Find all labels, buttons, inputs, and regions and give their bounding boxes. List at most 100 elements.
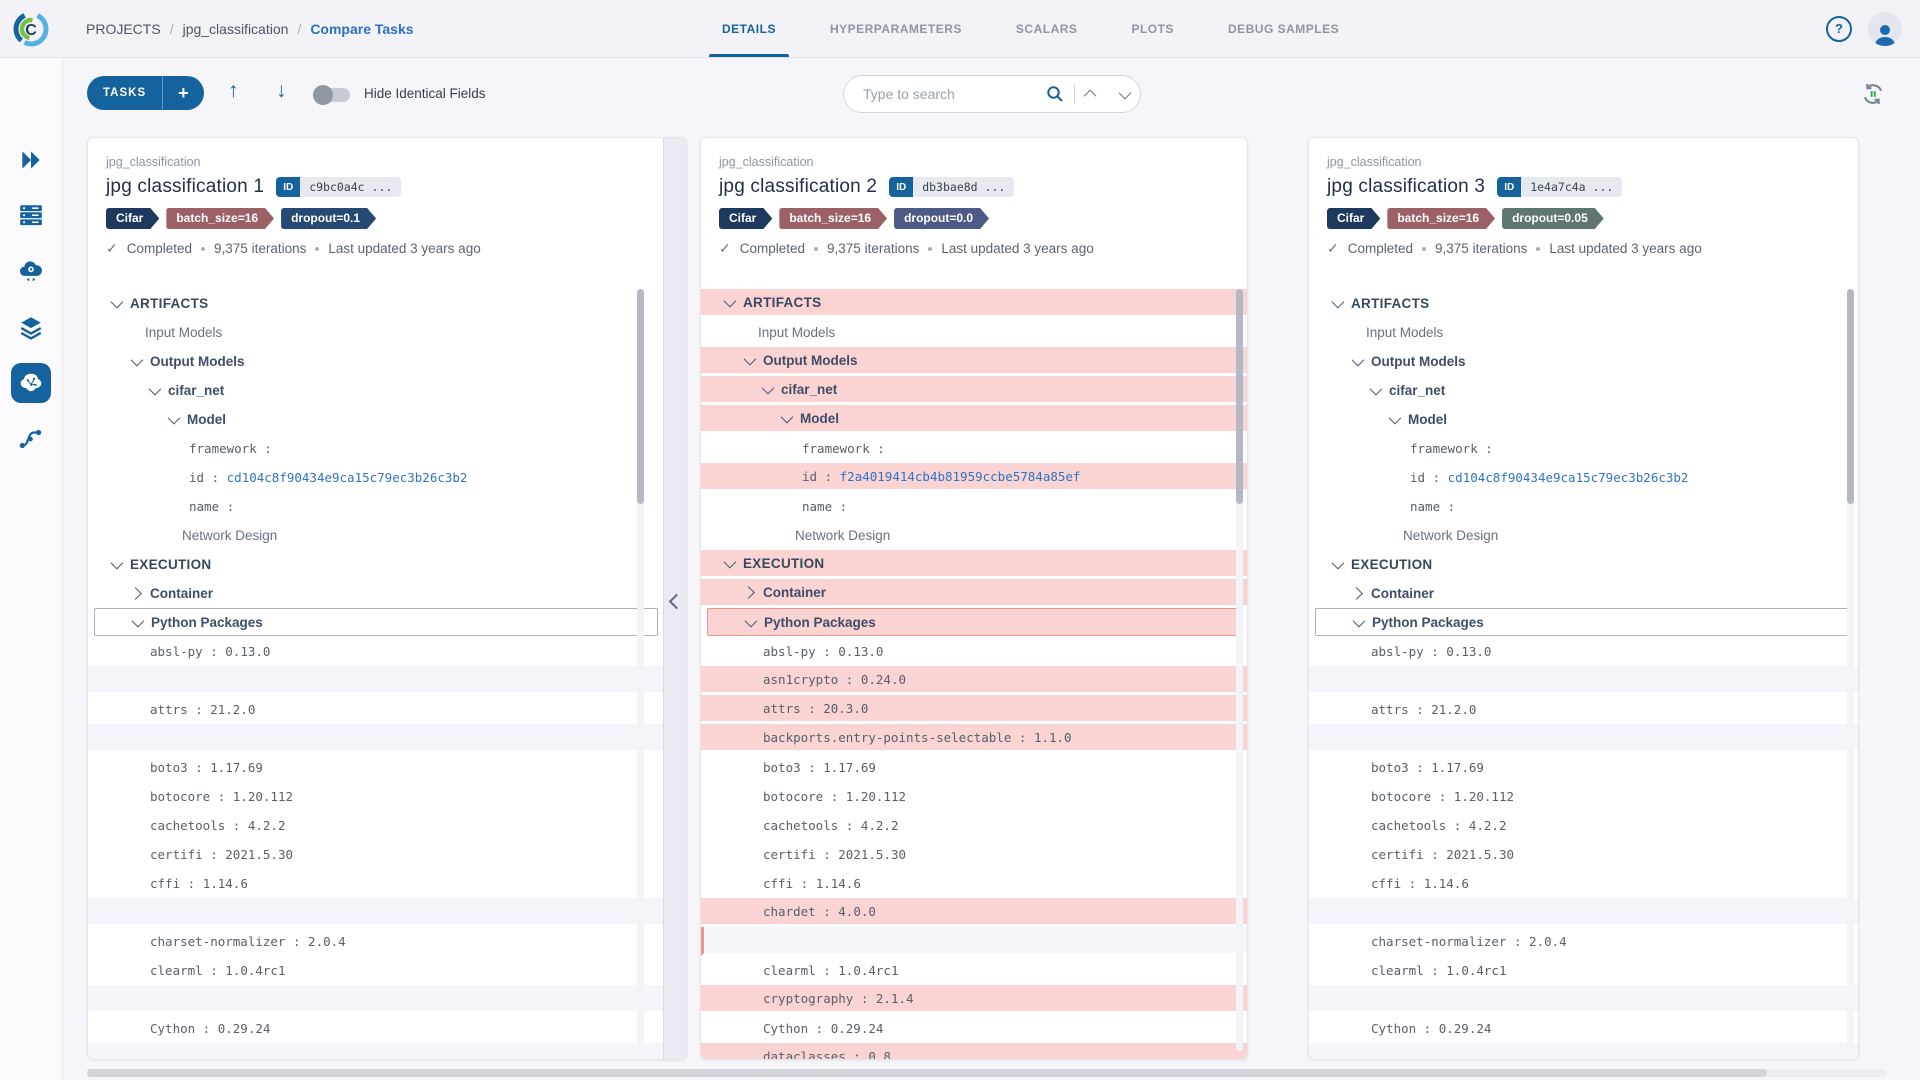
next-diff-button[interactable]: ↓ <box>276 79 287 103</box>
tree-row-execution[interactable]: EXECUTION <box>88 550 664 579</box>
caret-down-icon[interactable] <box>1351 353 1365 367</box>
sidebar-item-datasets[interactable] <box>18 314 44 340</box>
task-id-badge[interactable]: ID c9bc0a4c ... <box>276 177 402 197</box>
tree-row-input-models[interactable]: Input Models <box>1309 318 1858 347</box>
tree-row-input-models[interactable]: Input Models <box>701 318 1247 347</box>
model-id-link[interactable]: cd104c8f90434e9ca15c79ec3b26c3b2 <box>227 470 468 485</box>
caret-right-icon[interactable] <box>1350 587 1363 600</box>
vertical-scrollbar[interactable] <box>1236 289 1243 1051</box>
tab-scalars[interactable]: SCALARS <box>989 0 1105 57</box>
tree-row-model[interactable]: Model <box>1309 405 1858 434</box>
sidebar-item-workers-queues[interactable] <box>18 202 44 228</box>
tree-row-artifacts[interactable]: ARTIFACTS <box>1309 289 1858 318</box>
breadcrumb-projects[interactable]: PROJECTS <box>86 21 161 37</box>
tree-row-container[interactable]: Container <box>88 579 664 608</box>
scrollbar-thumb[interactable] <box>1847 289 1854 504</box>
tree-row-model[interactable]: Model <box>88 405 664 434</box>
caret-down-icon[interactable] <box>761 381 775 394</box>
search-icon[interactable] <box>1046 85 1064 103</box>
tree-row-artifacts[interactable]: ARTIFACTS <box>701 289 1247 318</box>
task-tag[interactable]: batch_size=16 <box>166 208 274 229</box>
tree-row-container[interactable]: Container <box>701 579 1247 608</box>
tree-row-python-packages[interactable]: Python Packages <box>1315 608 1852 636</box>
tree-row-cifar-net[interactable]: cifar_net <box>88 376 664 405</box>
search-previous-button[interactable] <box>1075 76 1108 112</box>
tree-row-network-design[interactable]: Network Design <box>88 521 664 550</box>
horizontal-scrollbar[interactable] <box>87 1069 1887 1077</box>
tree-row-python-packages[interactable]: Python Packages <box>94 608 658 636</box>
user-avatar[interactable] <box>1868 11 1902 46</box>
caret-down-icon[interactable] <box>1331 556 1345 570</box>
caret-down-icon[interactable] <box>1388 411 1402 425</box>
tab-details[interactable]: DETAILS <box>695 0 803 57</box>
caret-down-icon[interactable] <box>110 295 124 309</box>
scrollbar-thumb[interactable] <box>87 1069 1767 1077</box>
column-collapse-handle[interactable] <box>663 138 686 1059</box>
caret-down-icon[interactable] <box>131 614 145 627</box>
caret-down-icon[interactable] <box>130 353 144 367</box>
search-next-button[interactable] <box>1108 76 1141 112</box>
tree-row-output-models[interactable]: Output Models <box>88 347 664 376</box>
model-id-link[interactable]: cd104c8f90434e9ca15c79ec3b26c3b2 <box>1448 470 1689 485</box>
hide-identical-fields-toggle[interactable] <box>313 85 350 105</box>
task-tag[interactable]: dropout=0.0 <box>894 208 989 229</box>
task-tag[interactable]: batch_size=16 <box>779 208 887 229</box>
caret-right-icon[interactable] <box>129 587 142 600</box>
tree-row-network-design[interactable]: Network Design <box>1309 521 1858 550</box>
tree-row-input-models[interactable]: Input Models <box>88 318 664 347</box>
tasks-split-button[interactable]: TASKS + <box>87 76 204 110</box>
caret-down-icon[interactable] <box>1352 614 1366 627</box>
caret-down-icon[interactable] <box>148 382 162 396</box>
tree-row-output-models[interactable]: Output Models <box>1309 347 1858 376</box>
caret-right-icon[interactable] <box>742 585 755 599</box>
tree-row-network-design[interactable]: Network Design <box>701 521 1247 550</box>
scrollbar-thumb[interactable] <box>637 289 644 504</box>
tree-row-execution[interactable]: EXECUTION <box>701 550 1247 579</box>
search-input[interactable] <box>861 85 1046 103</box>
task-tag[interactable]: Cifar <box>1327 208 1380 229</box>
caret-down-icon[interactable] <box>743 352 757 365</box>
tree-row-cifar-net[interactable]: cifar_net <box>701 376 1247 405</box>
sidebar-item-projects[interactable] <box>11 363 51 403</box>
tree-row-container[interactable]: Container <box>1309 579 1858 608</box>
task-tag[interactable]: Cifar <box>719 208 772 229</box>
task-id-badge[interactable]: ID db3bae8d ... <box>889 177 1015 197</box>
task-tag[interactable]: dropout=0.05 <box>1502 208 1604 229</box>
tree-row-model[interactable]: Model <box>701 405 1247 434</box>
tree-row-artifacts[interactable]: ARTIFACTS <box>88 289 664 318</box>
vertical-scrollbar[interactable] <box>637 289 644 1051</box>
tree-row-execution[interactable]: EXECUTION <box>1309 550 1858 579</box>
help-icon[interactable]: ? <box>1826 15 1852 42</box>
previous-diff-button[interactable]: ↑ <box>228 79 239 103</box>
caret-down-icon[interactable] <box>167 411 181 425</box>
add-task-button[interactable]: + <box>163 78 204 108</box>
breadcrumb-project[interactable]: jpg_classification <box>183 21 289 37</box>
sidebar-item-autoscalers[interactable] <box>18 258 44 284</box>
tab-debug-samples[interactable]: DEBUG SAMPLES <box>1201 0 1366 57</box>
tree-row-cifar-net[interactable]: cifar_net <box>1309 376 1858 405</box>
breadcrumb-page[interactable]: Compare Tasks <box>310 21 413 37</box>
scrollbar-thumb[interactable] <box>1236 289 1243 504</box>
caret-down-icon[interactable] <box>780 410 794 423</box>
tree-row-output-models[interactable]: Output Models <box>701 347 1247 376</box>
auto-refresh-icon[interactable] <box>1860 81 1886 107</box>
caret-down-icon[interactable] <box>723 294 737 307</box>
caret-down-icon[interactable] <box>110 556 124 570</box>
tab-hyperparameters[interactable]: HYPERPARAMETERS <box>803 0 989 57</box>
tree-row-python-packages[interactable]: Python Packages <box>707 608 1241 636</box>
task-tag[interactable]: dropout=0.1 <box>281 208 376 229</box>
tab-plots[interactable]: PLOTS <box>1104 0 1201 57</box>
task-tag[interactable]: batch_size=16 <box>1387 208 1495 229</box>
model-id-link[interactable]: f2a4019414cb4b81959ccbe5784a85ef <box>840 469 1081 484</box>
tasks-button[interactable]: TASKS <box>87 87 162 99</box>
caret-down-icon[interactable] <box>744 614 758 627</box>
clearml-logo[interactable]: C <box>0 0 62 57</box>
sidebar-expand-icon[interactable] <box>18 147 44 173</box>
caret-down-icon[interactable] <box>1369 382 1383 396</box>
vertical-scrollbar[interactable] <box>1847 289 1854 1051</box>
sidebar-item-pipelines[interactable] <box>18 426 44 452</box>
caret-down-icon[interactable] <box>1331 295 1345 309</box>
task-id-badge[interactable]: ID 1e4a7c4a ... <box>1497 177 1623 197</box>
task-tag[interactable]: Cifar <box>106 208 159 229</box>
caret-down-icon[interactable] <box>723 555 737 568</box>
